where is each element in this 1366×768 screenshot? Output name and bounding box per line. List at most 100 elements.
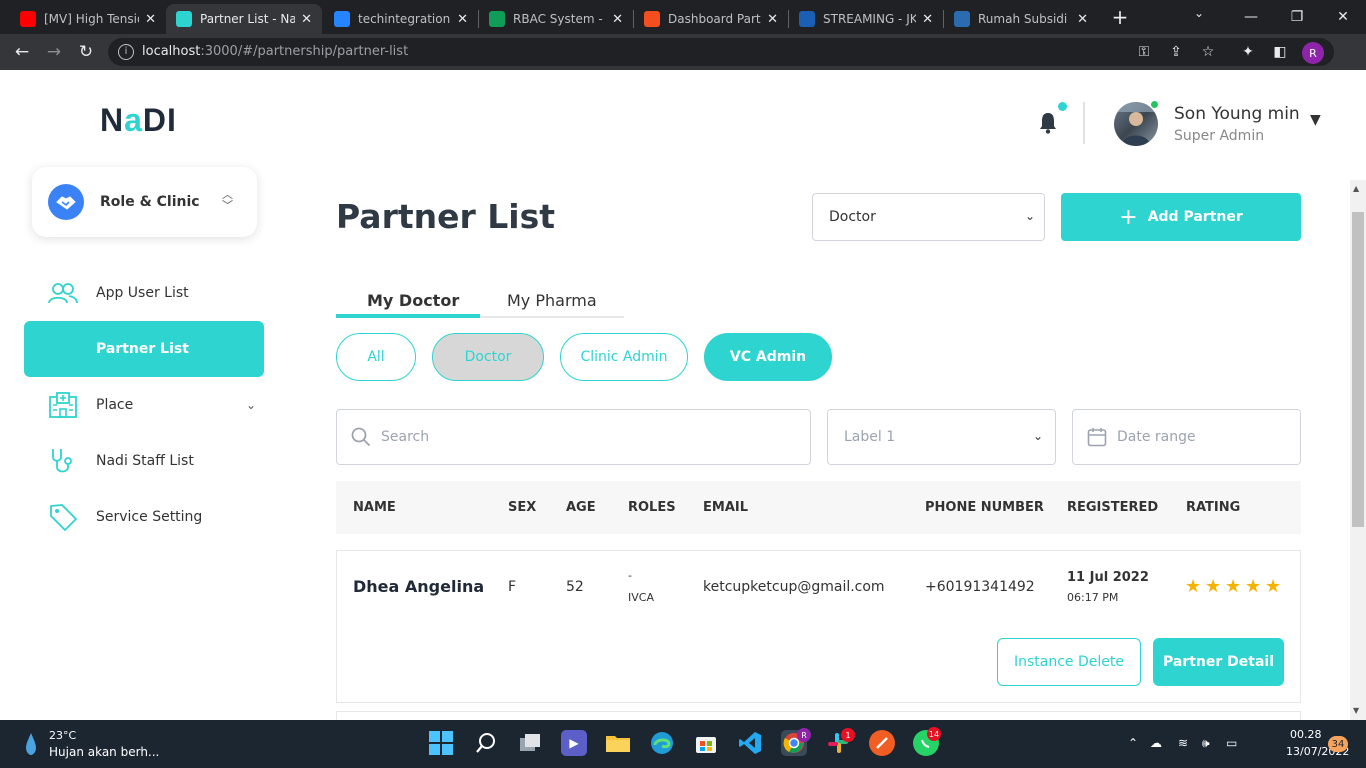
search-input[interactable]: Search [336, 409, 811, 465]
sidebar-item-partner-list[interactable]: Partner List [24, 321, 264, 377]
active-tab-indicator [336, 314, 480, 318]
filter-vc-admin-button[interactable]: VC Admin [704, 333, 832, 381]
partner-detail-button[interactable]: Partner Detail [1153, 638, 1284, 686]
browser-tab-rumah[interactable]: Rumah Subsidi D ✕ [944, 4, 1098, 34]
file-explorer-icon[interactable] [605, 730, 631, 756]
label-select[interactable]: Label 1 ⌄ [827, 409, 1056, 465]
postman-icon[interactable] [869, 730, 895, 756]
forward-icon[interactable]: → [42, 40, 66, 64]
close-icon[interactable]: ✕ [922, 12, 933, 27]
profile-avatar[interactable]: R [1302, 42, 1324, 64]
task-view-icon[interactable] [517, 730, 543, 756]
caret-down-icon[interactable]: ▼ [1310, 112, 1321, 128]
key-icon[interactable]: ⚿ [1134, 42, 1154, 62]
weather-description[interactable]: Hujan akan berh... [49, 745, 159, 759]
back-icon[interactable]: ← [10, 40, 34, 64]
column-header-registered[interactable]: REGISTERED [1067, 500, 1158, 515]
extensions-icon[interactable]: ✦ [1238, 42, 1258, 62]
close-icon[interactable]: ✕ [145, 12, 156, 27]
online-status-dot [1150, 100, 1159, 109]
browser-tab-dashboard[interactable]: Dashboard Partne ✕ [634, 4, 788, 34]
partner-type-select[interactable]: Doctor ⌄ [812, 193, 1045, 241]
nadi-logo[interactable]: NaDI [100, 102, 177, 139]
address-bar[interactable]: i localhost:3000/#/partnership/partner-l… [108, 38, 1334, 66]
close-icon[interactable]: ✕ [612, 12, 623, 27]
sidebar-item-app-user-list[interactable]: App User List [24, 265, 264, 321]
bookmark-star-icon[interactable]: ☆ [1198, 42, 1218, 62]
browser-tab-rbac[interactable]: RBAC System - G ✕ [479, 4, 633, 34]
star-icon: ★ [1245, 576, 1262, 597]
column-header-phone[interactable]: PHONE NUMBER [925, 500, 1044, 515]
browser-tab-youtube[interactable]: [MV] High Tensio ✕ [10, 4, 166, 34]
tab-my-pharma[interactable]: My Pharma [507, 291, 597, 310]
minimize-icon[interactable]: — [1228, 0, 1274, 34]
close-icon[interactable]: ✕ [301, 12, 312, 27]
instance-delete-button[interactable]: Instance Delete [997, 638, 1141, 686]
search-placeholder: Search [381, 429, 430, 445]
close-icon[interactable]: ✕ [767, 12, 778, 27]
edge-icon[interactable] [649, 730, 675, 756]
microsoft-store-icon[interactable] [693, 730, 719, 756]
weather-rain-icon[interactable] [24, 732, 38, 756]
filter-all-button[interactable]: All [336, 333, 416, 381]
avatar[interactable] [1114, 102, 1158, 146]
scroll-up-icon[interactable]: ▲ [1353, 184, 1359, 193]
table-row: Dhea Angelina F 52 - IVCA ketcupketcup@g… [336, 550, 1301, 703]
tray-chevron-up-icon[interactable]: ⌃ [1128, 736, 1138, 750]
side-panel-icon[interactable]: ◧ [1270, 42, 1290, 62]
close-icon[interactable]: ✕ [1077, 12, 1088, 27]
filter-clinic-admin-button[interactable]: Clinic Admin [560, 333, 688, 381]
page-scrollbar[interactable]: ▲ ▼ [1350, 180, 1366, 720]
jira-icon [334, 11, 350, 27]
scroll-down-icon[interactable]: ▼ [1353, 706, 1359, 715]
partner-name: Dhea Angelina [353, 577, 485, 596]
share-icon[interactable]: ⇪ [1166, 42, 1186, 62]
sidebar-item-label: Partner List [96, 341, 189, 357]
column-header-sex[interactable]: SEX [508, 500, 536, 515]
column-header-age[interactable]: AGE [566, 500, 596, 515]
weather-temperature[interactable]: 23°C [49, 729, 76, 742]
column-header-rating[interactable]: RATING [1186, 500, 1240, 515]
chevron-down-icon: ⌄ [246, 398, 257, 412]
users-icon [48, 279, 78, 307]
filter-doctor-button[interactable]: Doctor [432, 333, 544, 381]
column-header-email[interactable]: EMAIL [703, 500, 748, 515]
reload-icon[interactable]: ↻ [74, 40, 98, 64]
close-icon[interactable]: ✕ [457, 12, 468, 27]
whatsapp-badge: 14 [927, 727, 941, 741]
sidebar-item-nadi-staff-list[interactable]: Nadi Staff List [24, 433, 264, 489]
speaker-icon[interactable]: 🕪 [1202, 736, 1210, 751]
chevron-down-icon: ⌄ [1025, 209, 1036, 223]
wifi-icon[interactable]: ≋ [1178, 736, 1188, 750]
add-partner-button[interactable]: + Add Partner [1061, 193, 1301, 241]
onedrive-cloud-icon[interactable]: ☁ [1150, 736, 1162, 750]
windows-start-icon[interactable] [428, 730, 454, 756]
bell-icon[interactable] [1038, 112, 1058, 134]
browser-tab-streaming[interactable]: STREAMING - JKT ✕ [789, 4, 943, 34]
vscode-icon[interactable] [737, 730, 763, 756]
notification-count-badge[interactable]: 34 [1328, 736, 1348, 752]
site-info-icon[interactable]: i [118, 44, 134, 60]
sidebar-item-service-setting[interactable]: Service Setting [24, 489, 264, 545]
tab-search-icon[interactable]: ⌄ [1194, 6, 1204, 20]
star-icon: ★ [1265, 576, 1282, 597]
tab-my-doctor[interactable]: My Doctor [367, 291, 459, 310]
close-window-icon[interactable]: ✕ [1320, 0, 1366, 34]
search-icon[interactable] [473, 730, 499, 756]
stethoscope-icon [48, 447, 78, 475]
user-name[interactable]: Son Young min [1174, 104, 1300, 124]
battery-icon[interactable]: ▭ [1226, 736, 1237, 750]
browser-tab-techintegration[interactable]: techintegration / ✕ [324, 4, 478, 34]
sidebar-item-place[interactable]: Place ⌄ [24, 377, 264, 433]
column-header-roles[interactable]: ROLES [628, 500, 676, 515]
clock-time[interactable]: 00.28 [1290, 728, 1322, 741]
browser-tab-partner-list[interactable]: Partner List - Nad ✕ [166, 4, 322, 34]
date-range-input[interactable]: Date range [1072, 409, 1301, 465]
sidebar: NaDI Role & Clinic ︿ ﹀ App User List Part… [0, 70, 288, 720]
role-clinic-switcher[interactable]: Role & Clinic ︿ ﹀ [32, 167, 257, 237]
restore-icon[interactable]: ❐ [1274, 0, 1320, 34]
teams-chat-icon[interactable]: ▶ [561, 730, 587, 756]
column-header-name[interactable]: NAME [353, 500, 396, 515]
scrollbar-thumb[interactable] [1352, 212, 1364, 527]
new-tab-button[interactable]: + [1108, 4, 1132, 30]
